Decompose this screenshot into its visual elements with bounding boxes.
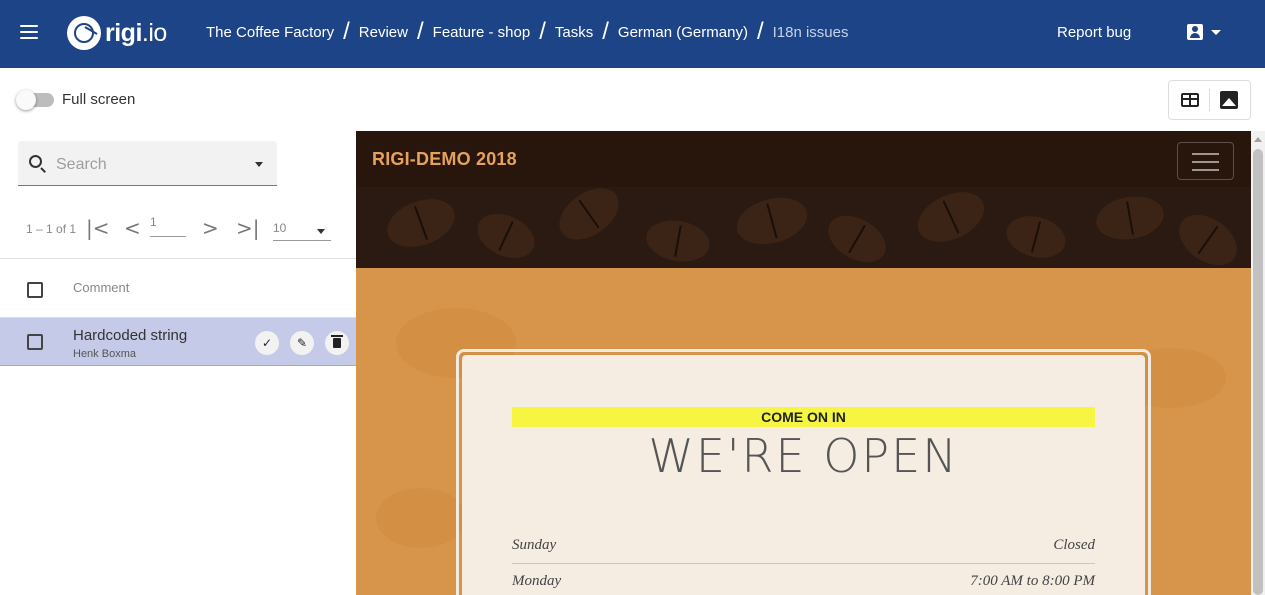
breadcrumb-current: I18n issues [772,23,849,41]
hours-row: Monday 7:00 AM to 8:00 PM [512,564,1095,595]
site-brand[interactable]: RIGI-DEMO 2018 [372,149,517,170]
account-box-icon [1187,24,1203,40]
coffee-bean-image [1001,209,1071,265]
breadcrumb-review[interactable]: Review [359,24,408,41]
breadcrumb-feature[interactable]: Feature - shop [433,24,531,41]
coffee-bean-image [1092,191,1168,245]
table-view-button[interactable] [1180,90,1200,110]
breadcrumb-tasks[interactable]: Tasks [555,24,593,41]
breadcrumb-separator: / [756,18,764,45]
fullscreen-toggle[interactable]: Full screen [16,89,136,110]
comment-author: Henk Boxma [73,348,136,360]
rigi-logo[interactable]: rigi.io [67,16,167,50]
next-page-button[interactable]: > [202,216,219,240]
check-icon[interactable]: ✓ [255,331,279,355]
last-page-button[interactable]: >| [236,216,260,240]
coffee-bean-image [909,182,993,252]
breadcrumb-project[interactable]: The Coffee Factory [206,24,334,41]
breadcrumb-separator: / [539,18,546,45]
section-subtitle: COME ON IN [512,407,1095,427]
opening-hours-card: COME ON IN WE'RE OPEN Sunday Closed Mond… [462,355,1145,595]
top-navigation-bar: rigi.io The Coffee Factory / Review / Fe… [0,0,1265,68]
image-view-button[interactable] [1219,90,1239,110]
edit-pencil-icon[interactable]: ✎ [290,331,314,355]
first-page-button[interactable]: |< [86,216,110,240]
row-checkbox[interactable] [27,334,43,350]
day-label: Sunday [512,537,557,553]
table-icon [1180,93,1199,107]
toolbar: Full screen [0,68,1265,131]
report-bug-link[interactable]: Report bug [1057,24,1131,41]
search-input[interactable]: Search [18,141,277,186]
page-number-input[interactable]: 1 [150,215,186,237]
search-icon [29,155,42,168]
list-item[interactable]: Hardcoded string Henk Boxma ✓ ✎ [0,318,356,366]
breadcrumb-separator: / [343,18,350,45]
chevron-down-icon [1211,29,1221,35]
hours-list: Sunday Closed Monday 7:00 AM to 8:00 PM [512,528,1095,595]
comment-title: Hardcoded string [73,327,188,344]
hero-banner: RIGI-DEMO 2018 [356,131,1251,268]
coffee-bean-image [643,215,713,267]
logo-text: rigi.io [105,18,167,47]
list-header: Comment [0,260,356,318]
coffee-bean-image [820,206,894,268]
account-menu[interactable] [1187,24,1221,40]
day-label: Monday [512,573,562,589]
column-header-comment: Comment [73,280,130,295]
coffee-bean-image [470,205,542,267]
site-menu-toggle-icon[interactable] [1177,142,1234,180]
trash-icon [331,335,343,348]
time-label: 7:00 AM to 8:00 PM [970,573,1095,589]
delete-trash-icon[interactable] [325,331,349,355]
toggle-switch[interactable] [16,89,54,110]
image-icon [1220,91,1239,109]
fullscreen-label: Full screen [62,91,136,108]
toggle-knob [16,89,36,110]
section-heading: WE'RE OPEN [648,429,959,483]
menu-icon[interactable] [20,25,38,43]
coffee-bean-image [549,177,629,251]
view-mode-group [1168,80,1251,120]
breadcrumb-separator: / [602,18,609,45]
coffee-bean-image [380,190,462,256]
scroll-thumb[interactable] [1253,149,1263,595]
page-size-value: 10 [273,221,287,235]
issues-panel: Search 1 – 1 of 1 |< < 1 > >| 10 Comment… [0,131,356,595]
search-dropdown-caret-icon[interactable] [255,162,263,167]
texture [376,488,466,548]
hours-row: Sunday Closed [512,528,1095,564]
preview-scrollbar[interactable] [1251,131,1265,595]
rigi-logo-mark [67,16,101,50]
previous-page-button[interactable]: < [124,216,141,240]
coffee-bean-image [731,190,813,252]
time-label: Closed [1053,537,1095,553]
breadcrumb-language[interactable]: German (Germany) [618,24,748,41]
breadcrumb: The Coffee Factory / Review / Feature - … [206,18,849,45]
chevron-down-icon [317,229,325,234]
page-range: 1 – 1 of 1 [26,222,77,236]
select-all-checkbox[interactable] [27,282,43,298]
paginator: 1 – 1 of 1 |< < 1 > >| 10 [0,207,356,259]
breadcrumb-separator: / [416,18,424,45]
page-size-select[interactable]: 10 [273,221,331,241]
scroll-up-arrow-icon[interactable] [1254,137,1262,142]
page-preview: RIGI-DEMO 2018 COME ON IN WE'RE OPEN Sun… [356,131,1251,595]
divider [1208,89,1210,111]
coffee-bean-image [1169,204,1247,268]
search-placeholder: Search [56,156,107,173]
